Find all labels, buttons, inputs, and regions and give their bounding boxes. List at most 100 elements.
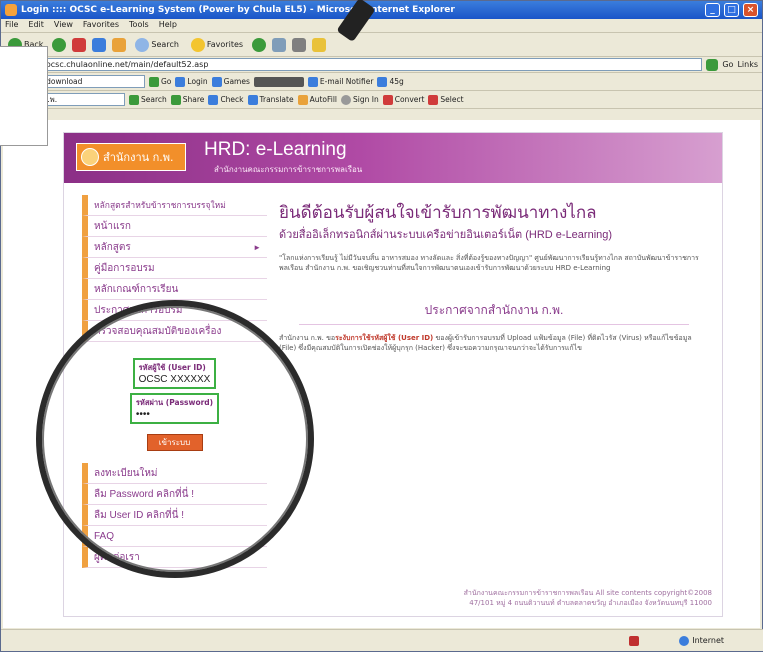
minimize-button[interactable]: _ xyxy=(705,3,720,17)
announcement-paragraph: สำนักงาน ก.พ. ขอระงับการใช้รหัสผู้ใช้ (U… xyxy=(279,333,709,383)
logo-text: สำนักงาน ก.พ. xyxy=(103,151,174,164)
announce-text-a: สำนักงาน ก.พ. ขอ xyxy=(279,334,336,342)
print-icon[interactable] xyxy=(292,37,307,52)
translate-icon xyxy=(247,94,258,105)
history-icon[interactable] xyxy=(252,37,267,52)
autofill-icon xyxy=(297,94,308,105)
toolbar-go-button[interactable]: Go xyxy=(149,76,172,87)
signin-button[interactable]: Sign In xyxy=(341,94,379,105)
pdf-icon xyxy=(382,94,393,105)
nav-label: หน้าแรก xyxy=(94,220,131,232)
zone-label: Internet xyxy=(692,636,724,645)
nav-label: หลักเกณฑ์การเรียน xyxy=(94,283,179,295)
convert-label: Convert xyxy=(394,95,425,104)
welcome-subheading: ด้วยสื่ออิเล็กทรอนิกส์ผ่านระบบเครือข่ายอ… xyxy=(279,229,613,241)
site-footer: สำนักงานคณะกรรมการข้าราชการพลเรือน All s… xyxy=(464,588,712,608)
star-icon xyxy=(190,37,205,52)
menu-help[interactable]: Help xyxy=(159,20,177,31)
nav-new-officials[interactable]: หลักสูตรสำหรับข้าราชการบรรจุใหม่ xyxy=(82,195,267,216)
convert-button[interactable]: Convert xyxy=(382,94,425,105)
nav-courses[interactable]: หลักสูตร ► xyxy=(82,237,267,258)
divider xyxy=(299,324,689,325)
share-icon xyxy=(170,94,181,105)
check-button[interactable]: Check xyxy=(208,94,244,105)
menu-view[interactable]: View xyxy=(54,20,73,31)
toolbar-login-button[interactable]: Login xyxy=(175,76,208,87)
weather-icon xyxy=(377,76,388,87)
intro-paragraph: "โลกแห่งการเรียนรู้ ไม่มีวันจบสิ้น อาหาร… xyxy=(279,254,699,272)
favorites-button[interactable]: Favorites xyxy=(188,37,246,53)
autofill-label: AutoFill xyxy=(309,95,338,104)
toolbar-email-button[interactable]: E-mail Notifier xyxy=(307,76,374,87)
google-search-button[interactable]: Search xyxy=(129,94,167,105)
address-input[interactable]: http://ocsc.chulaonline.net/main/default… xyxy=(17,58,703,71)
translate-button[interactable]: Translate xyxy=(247,94,294,105)
toolbar-temp[interactable]: 45g xyxy=(377,76,404,87)
radio-widget[interactable] xyxy=(253,76,304,87)
refresh-icon[interactable] xyxy=(92,37,107,52)
google-search-label: Search xyxy=(141,95,167,104)
toolbar-go-label: Go xyxy=(161,77,172,86)
menu-edit[interactable]: Edit xyxy=(28,20,44,31)
signin-label: Sign In xyxy=(353,95,379,104)
go-arrow-icon xyxy=(149,76,159,87)
google-search-icon xyxy=(129,94,139,105)
check-label: Check xyxy=(220,95,244,104)
status-bar: Internet xyxy=(1,629,763,651)
user-icon xyxy=(341,94,352,105)
favorites-label: Favorites xyxy=(206,40,244,49)
side-popup-panel xyxy=(0,46,48,146)
close-button[interactable]: × xyxy=(743,3,758,17)
maximize-button[interactable]: □ xyxy=(724,3,739,17)
autofill-button[interactable]: AutoFill xyxy=(297,94,338,105)
toolbar-email-label: E-mail Notifier xyxy=(319,77,374,86)
select-icon xyxy=(428,94,439,105)
home-icon[interactable] xyxy=(112,37,127,52)
security-icon xyxy=(629,635,640,646)
menu-favorites[interactable]: Favorites xyxy=(83,20,119,31)
globe-icon xyxy=(679,635,690,646)
toolbar-games-button[interactable]: Games xyxy=(211,76,250,87)
main-content: ยินดีต้อนรับผู้สนใจเข้ารับการพัฒนาทางไกล… xyxy=(279,203,709,383)
nav-home[interactable]: หน้าแรก xyxy=(82,216,267,237)
address-bar: ss http://ocsc.chulaonline.net/main/defa… xyxy=(1,57,762,73)
menu-file[interactable]: File xyxy=(5,20,18,31)
welcome-heading: ยินดีต้อนรับผู้สนใจเข้ารับการพัฒนาทางไกล xyxy=(279,203,597,222)
forward-icon[interactable] xyxy=(52,37,67,52)
stop-icon[interactable] xyxy=(72,37,87,52)
mail-icon[interactable] xyxy=(272,37,287,52)
share-button[interactable]: Share xyxy=(170,94,204,105)
site-banner: สำนักงาน ก.พ. HRD: e-Learning สำนักงานคณ… xyxy=(64,133,722,183)
title-bar: Login :::: OCSC e-Learning System (Power… xyxy=(1,1,762,19)
emblem-icon xyxy=(81,148,99,166)
go-icon[interactable] xyxy=(706,58,719,71)
nav-criteria[interactable]: หลักเกณฑ์การเรียน xyxy=(82,279,267,300)
google-toolbar: สำนักงาน ก.พ. Search Share Check Transla… xyxy=(1,91,762,109)
toolbar-login-label: Login xyxy=(187,77,208,86)
login-icon xyxy=(175,76,186,87)
nav-label: คู่มือการอบรม xyxy=(94,262,155,274)
site-title: HRD: e-Learning xyxy=(204,139,347,160)
footer-address: 47/101 หมู่ 4 ถนนติวานนท์ ตำบลตลาดขวัญ อ… xyxy=(469,599,712,607)
search-icon xyxy=(135,37,150,52)
menu-bar: File Edit View Favorites Tools Help xyxy=(1,19,762,33)
nav-manual[interactable]: คู่มือการอบรม xyxy=(82,258,267,279)
games-icon xyxy=(211,76,222,87)
go-label[interactable]: Go xyxy=(722,60,733,69)
announcement-heading: ประกาศจากสำนักงาน ก.พ. xyxy=(424,303,564,317)
search-label: Search xyxy=(151,40,179,49)
select-button[interactable]: Select xyxy=(428,94,464,105)
ocsc-logo[interactable]: สำนักงาน ก.พ. xyxy=(76,143,186,171)
search-button[interactable]: Search xyxy=(132,37,181,53)
menu-tools[interactable]: Tools xyxy=(129,20,149,31)
folder-icon[interactable] xyxy=(312,37,327,52)
announce-highlight: ระงับการใช้รหัสผู้ใช้ (User ID) xyxy=(335,334,434,342)
links-label[interactable]: Links xyxy=(737,60,758,69)
zone-indicator: Internet xyxy=(679,635,724,646)
magnifier-lens xyxy=(36,300,314,578)
ie-icon xyxy=(5,4,17,16)
custom-toolbar: np naipol download Go Login Games E-mail… xyxy=(1,73,762,91)
envelope-icon xyxy=(307,76,318,87)
spellcheck-icon xyxy=(208,94,219,105)
select-label: Select xyxy=(440,95,464,104)
